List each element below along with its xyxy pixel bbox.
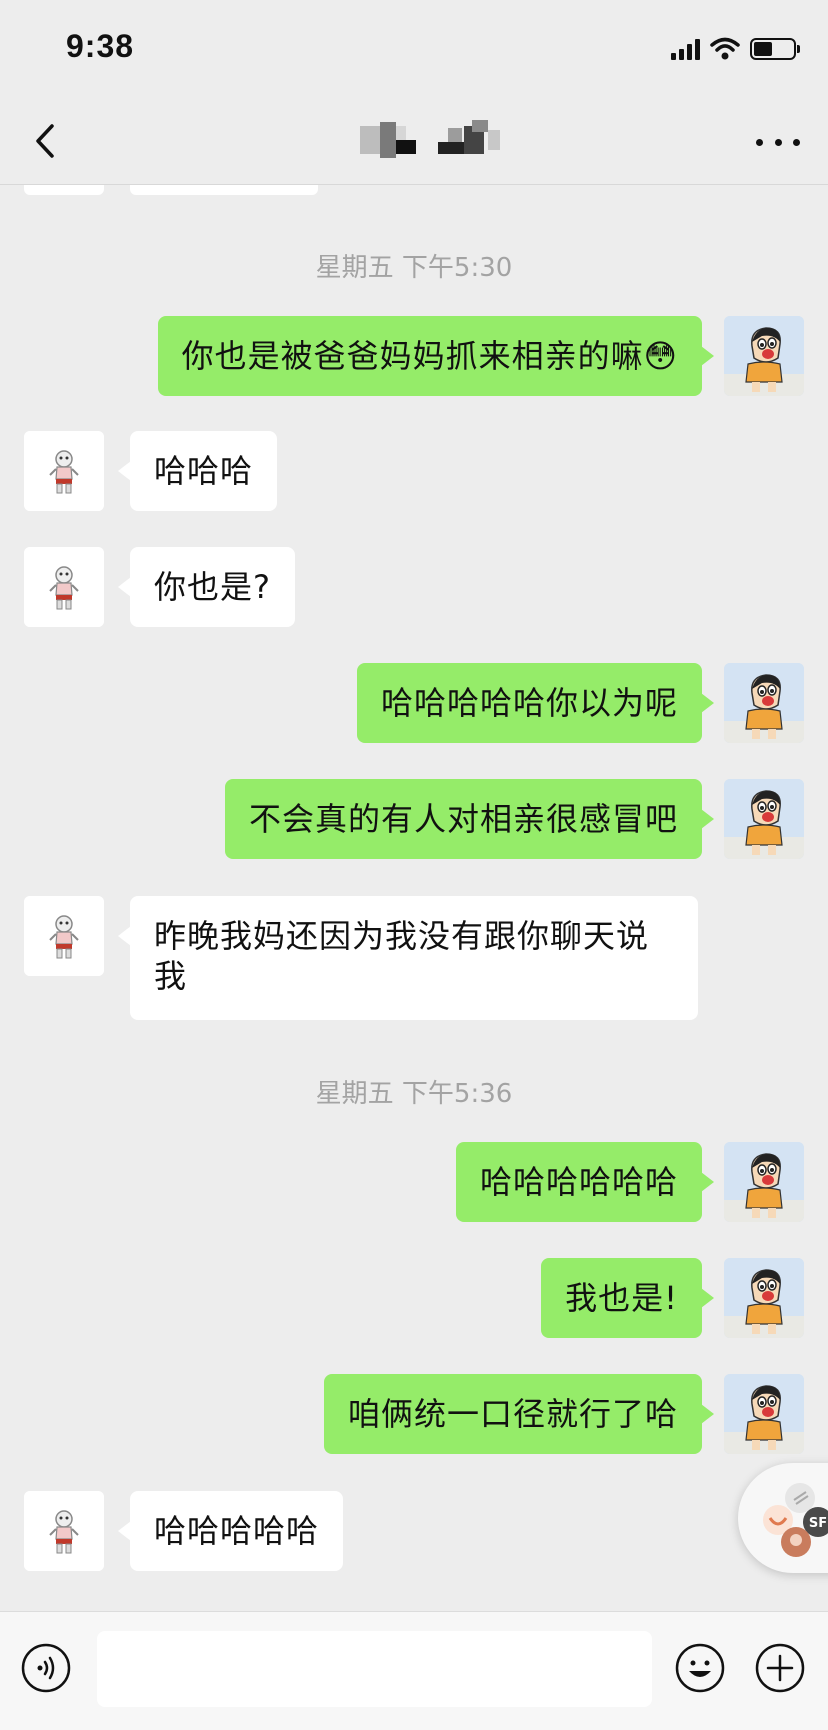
my-avatar[interactable] bbox=[724, 779, 804, 859]
message-text: 哈哈哈哈哈哈 bbox=[479, 1163, 678, 1201]
ellipsis-icon bbox=[756, 138, 763, 146]
chat-history[interactable]: 星期五 下午5:30 你也是被爸爸妈妈抓来相亲的嘛😳 哈哈哈 你也是? 哈哈哈哈… bbox=[0, 185, 828, 1610]
message-bubble-incoming[interactable]: 你也是? bbox=[118, 547, 295, 627]
chat-header bbox=[0, 100, 828, 185]
cellular-signal-icon bbox=[671, 38, 700, 60]
message-input[interactable] bbox=[97, 1631, 652, 1707]
smiley-face-icon bbox=[675, 1643, 725, 1693]
wifi-icon bbox=[710, 37, 740, 60]
cartoon-boy-avatar-icon bbox=[724, 1258, 804, 1338]
back-button[interactable] bbox=[28, 118, 68, 164]
floating-apps-icon: SF bbox=[763, 1483, 828, 1557]
message-text: 哈哈哈哈哈 bbox=[154, 1512, 320, 1550]
message-bubble-incoming[interactable]: 昨晚我妈还因为我没有跟你聊天说我 bbox=[118, 896, 698, 1020]
robot-doll-avatar-icon bbox=[24, 896, 104, 976]
message-bubble-outgoing[interactable]: 哈哈哈哈哈你以为呢 bbox=[356, 663, 715, 743]
message-text: 哈哈哈 bbox=[154, 452, 254, 490]
message-bubble-outgoing[interactable]: 你也是被爸爸妈妈抓来相亲的嘛😳 bbox=[157, 316, 715, 396]
emoji-button[interactable] bbox=[674, 1642, 726, 1694]
message-bubble-outgoing[interactable]: 我也是! bbox=[541, 1258, 714, 1338]
message-text: 你也是? bbox=[154, 568, 271, 606]
battery-level bbox=[754, 42, 772, 56]
cartoon-boy-avatar-icon bbox=[724, 316, 804, 396]
status-icons bbox=[671, 36, 800, 62]
voice-input-button[interactable] bbox=[20, 1642, 72, 1694]
message-text: 咱俩统一口径就行了哈 bbox=[347, 1395, 678, 1433]
cartoon-boy-avatar-icon bbox=[724, 1142, 804, 1222]
floating-window[interactable]: SF bbox=[738, 1463, 828, 1573]
message-bubble-outgoing[interactable]: 哈哈哈哈哈哈 bbox=[455, 1142, 715, 1222]
contact-avatar[interactable] bbox=[24, 896, 104, 976]
battery-icon bbox=[750, 38, 800, 60]
voice-icon bbox=[21, 1643, 71, 1693]
status-bar: 9:38 bbox=[0, 0, 828, 100]
contact-avatar[interactable] bbox=[24, 1491, 104, 1571]
message-text: 昨晚我妈还因为我没有跟你聊天说我 bbox=[154, 917, 650, 995]
timestamp: 星期五 下午5:36 bbox=[315, 1079, 513, 1109]
robot-doll-avatar-icon bbox=[24, 1491, 104, 1571]
contact-avatar[interactable] bbox=[24, 547, 104, 627]
my-avatar[interactable] bbox=[724, 663, 804, 743]
cartoon-boy-avatar-icon bbox=[724, 779, 804, 859]
my-avatar[interactable] bbox=[724, 1374, 804, 1454]
input-toolbar bbox=[0, 1611, 828, 1730]
ellipsis-dot bbox=[774, 138, 782, 146]
message-text: 哈哈哈哈哈你以为呢 bbox=[380, 684, 678, 722]
more-options-button[interactable] bbox=[756, 122, 800, 162]
ellipsis-dot bbox=[793, 138, 800, 146]
previous-avatar-partial bbox=[24, 185, 104, 195]
my-avatar[interactable] bbox=[724, 316, 804, 396]
message-bubble-outgoing[interactable]: 不会真的有人对相亲很感冒吧 bbox=[224, 779, 715, 859]
my-avatar[interactable] bbox=[724, 1142, 804, 1222]
timestamp: 星期五 下午5:30 bbox=[315, 253, 513, 283]
message-text: 不会真的有人对相亲很感冒吧 bbox=[248, 800, 678, 838]
robot-doll-avatar-icon bbox=[24, 431, 104, 511]
message-bubble-incoming[interactable]: 哈哈哈 bbox=[117, 431, 278, 511]
more-functions-button[interactable] bbox=[754, 1642, 806, 1694]
plus-icon bbox=[755, 1643, 805, 1693]
cartoon-boy-avatar-icon bbox=[724, 663, 804, 743]
previous-bubble-partial bbox=[130, 185, 318, 195]
svg-text:SF: SF bbox=[809, 1516, 827, 1531]
message-bubble-incoming[interactable]: 哈哈哈哈哈 bbox=[117, 1491, 344, 1571]
my-avatar[interactable] bbox=[724, 1258, 804, 1338]
chevron-left-icon bbox=[36, 124, 54, 158]
message-bubble-outgoing[interactable]: 咱俩统一口径就行了哈 bbox=[323, 1374, 715, 1454]
cartoon-boy-avatar-icon bbox=[724, 1374, 804, 1454]
message-text: 我也是! bbox=[565, 1279, 678, 1317]
contact-name-pixelated bbox=[360, 118, 510, 164]
contact-avatar[interactable] bbox=[24, 431, 104, 511]
message-text: 你也是被爸爸妈妈抓来相亲的嘛 bbox=[181, 337, 644, 375]
status-time: 9:38 bbox=[66, 28, 135, 64]
robot-doll-avatar-icon bbox=[24, 547, 104, 627]
flushed-face-emoji: 😳 bbox=[643, 337, 678, 375]
